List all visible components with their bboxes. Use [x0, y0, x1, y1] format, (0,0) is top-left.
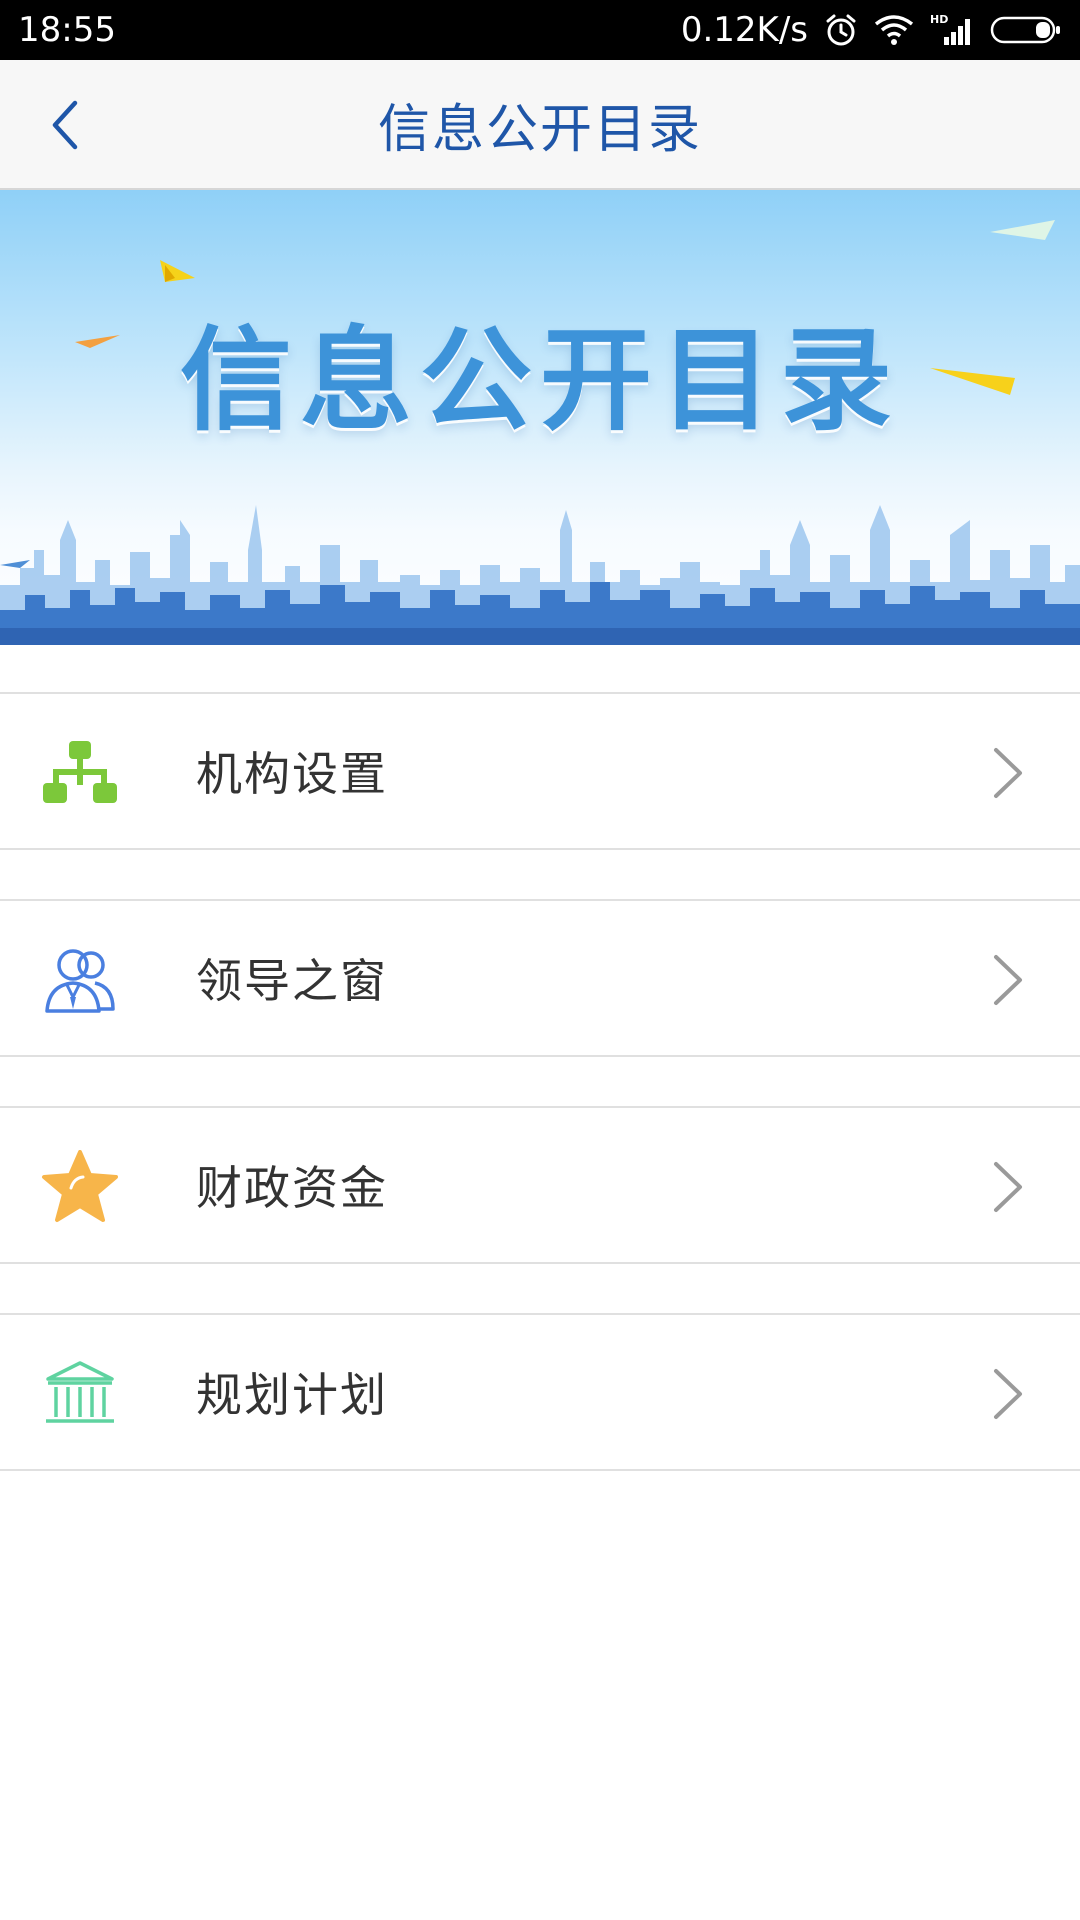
svg-text:HD: HD — [930, 13, 948, 26]
nav-bar: 信息公开目录 — [0, 60, 1080, 190]
menu-item-label: 财政资金 — [196, 1161, 388, 1215]
org-chart-icon — [40, 733, 120, 813]
chevron-right-icon — [994, 1369, 1022, 1419]
chevron-right-icon — [994, 1162, 1022, 1212]
network-speed: 0.12K/s — [680, 10, 808, 50]
battery-icon — [990, 15, 1062, 45]
menu-item-label: 机构设置 — [196, 747, 388, 801]
status-time: 18:55 — [18, 10, 116, 50]
menu-item-finance[interactable]: 财政资金 — [0, 1106, 1080, 1264]
menu-item-leadership[interactable]: 领导之窗 — [0, 899, 1080, 1057]
menu-list: 机构设置 领导之窗 财政资金 规划计划 — [0, 692, 1080, 1520]
banner-title: 信息公开目录 — [180, 316, 900, 446]
airplane-icon — [0, 560, 30, 568]
wifi-icon — [874, 14, 914, 46]
building-icon — [40, 1354, 120, 1434]
star-icon — [40, 1147, 120, 1227]
status-icons: 0.12K/s HD — [681, 10, 1062, 50]
menu-item-planning[interactable]: 规划计划 — [0, 1313, 1080, 1471]
paper-plane-green — [990, 220, 1055, 240]
menu-item-org-structure[interactable]: 机构设置 — [0, 692, 1080, 850]
hd-signal-icon: HD — [930, 13, 974, 47]
page-title: 信息公开目录 — [377, 99, 702, 160]
chevron-right-icon — [994, 955, 1022, 1005]
status-bar: 18:55 0.12K/s HD — [0, 0, 1080, 60]
users-icon — [40, 940, 120, 1020]
menu-item-label: 规划计划 — [196, 1368, 388, 1422]
chevron-right-icon — [994, 748, 1022, 798]
menu-item-label: 领导之窗 — [196, 954, 388, 1008]
banner: 信息公开目录 — [0, 190, 1080, 645]
alarm-icon — [824, 13, 858, 47]
